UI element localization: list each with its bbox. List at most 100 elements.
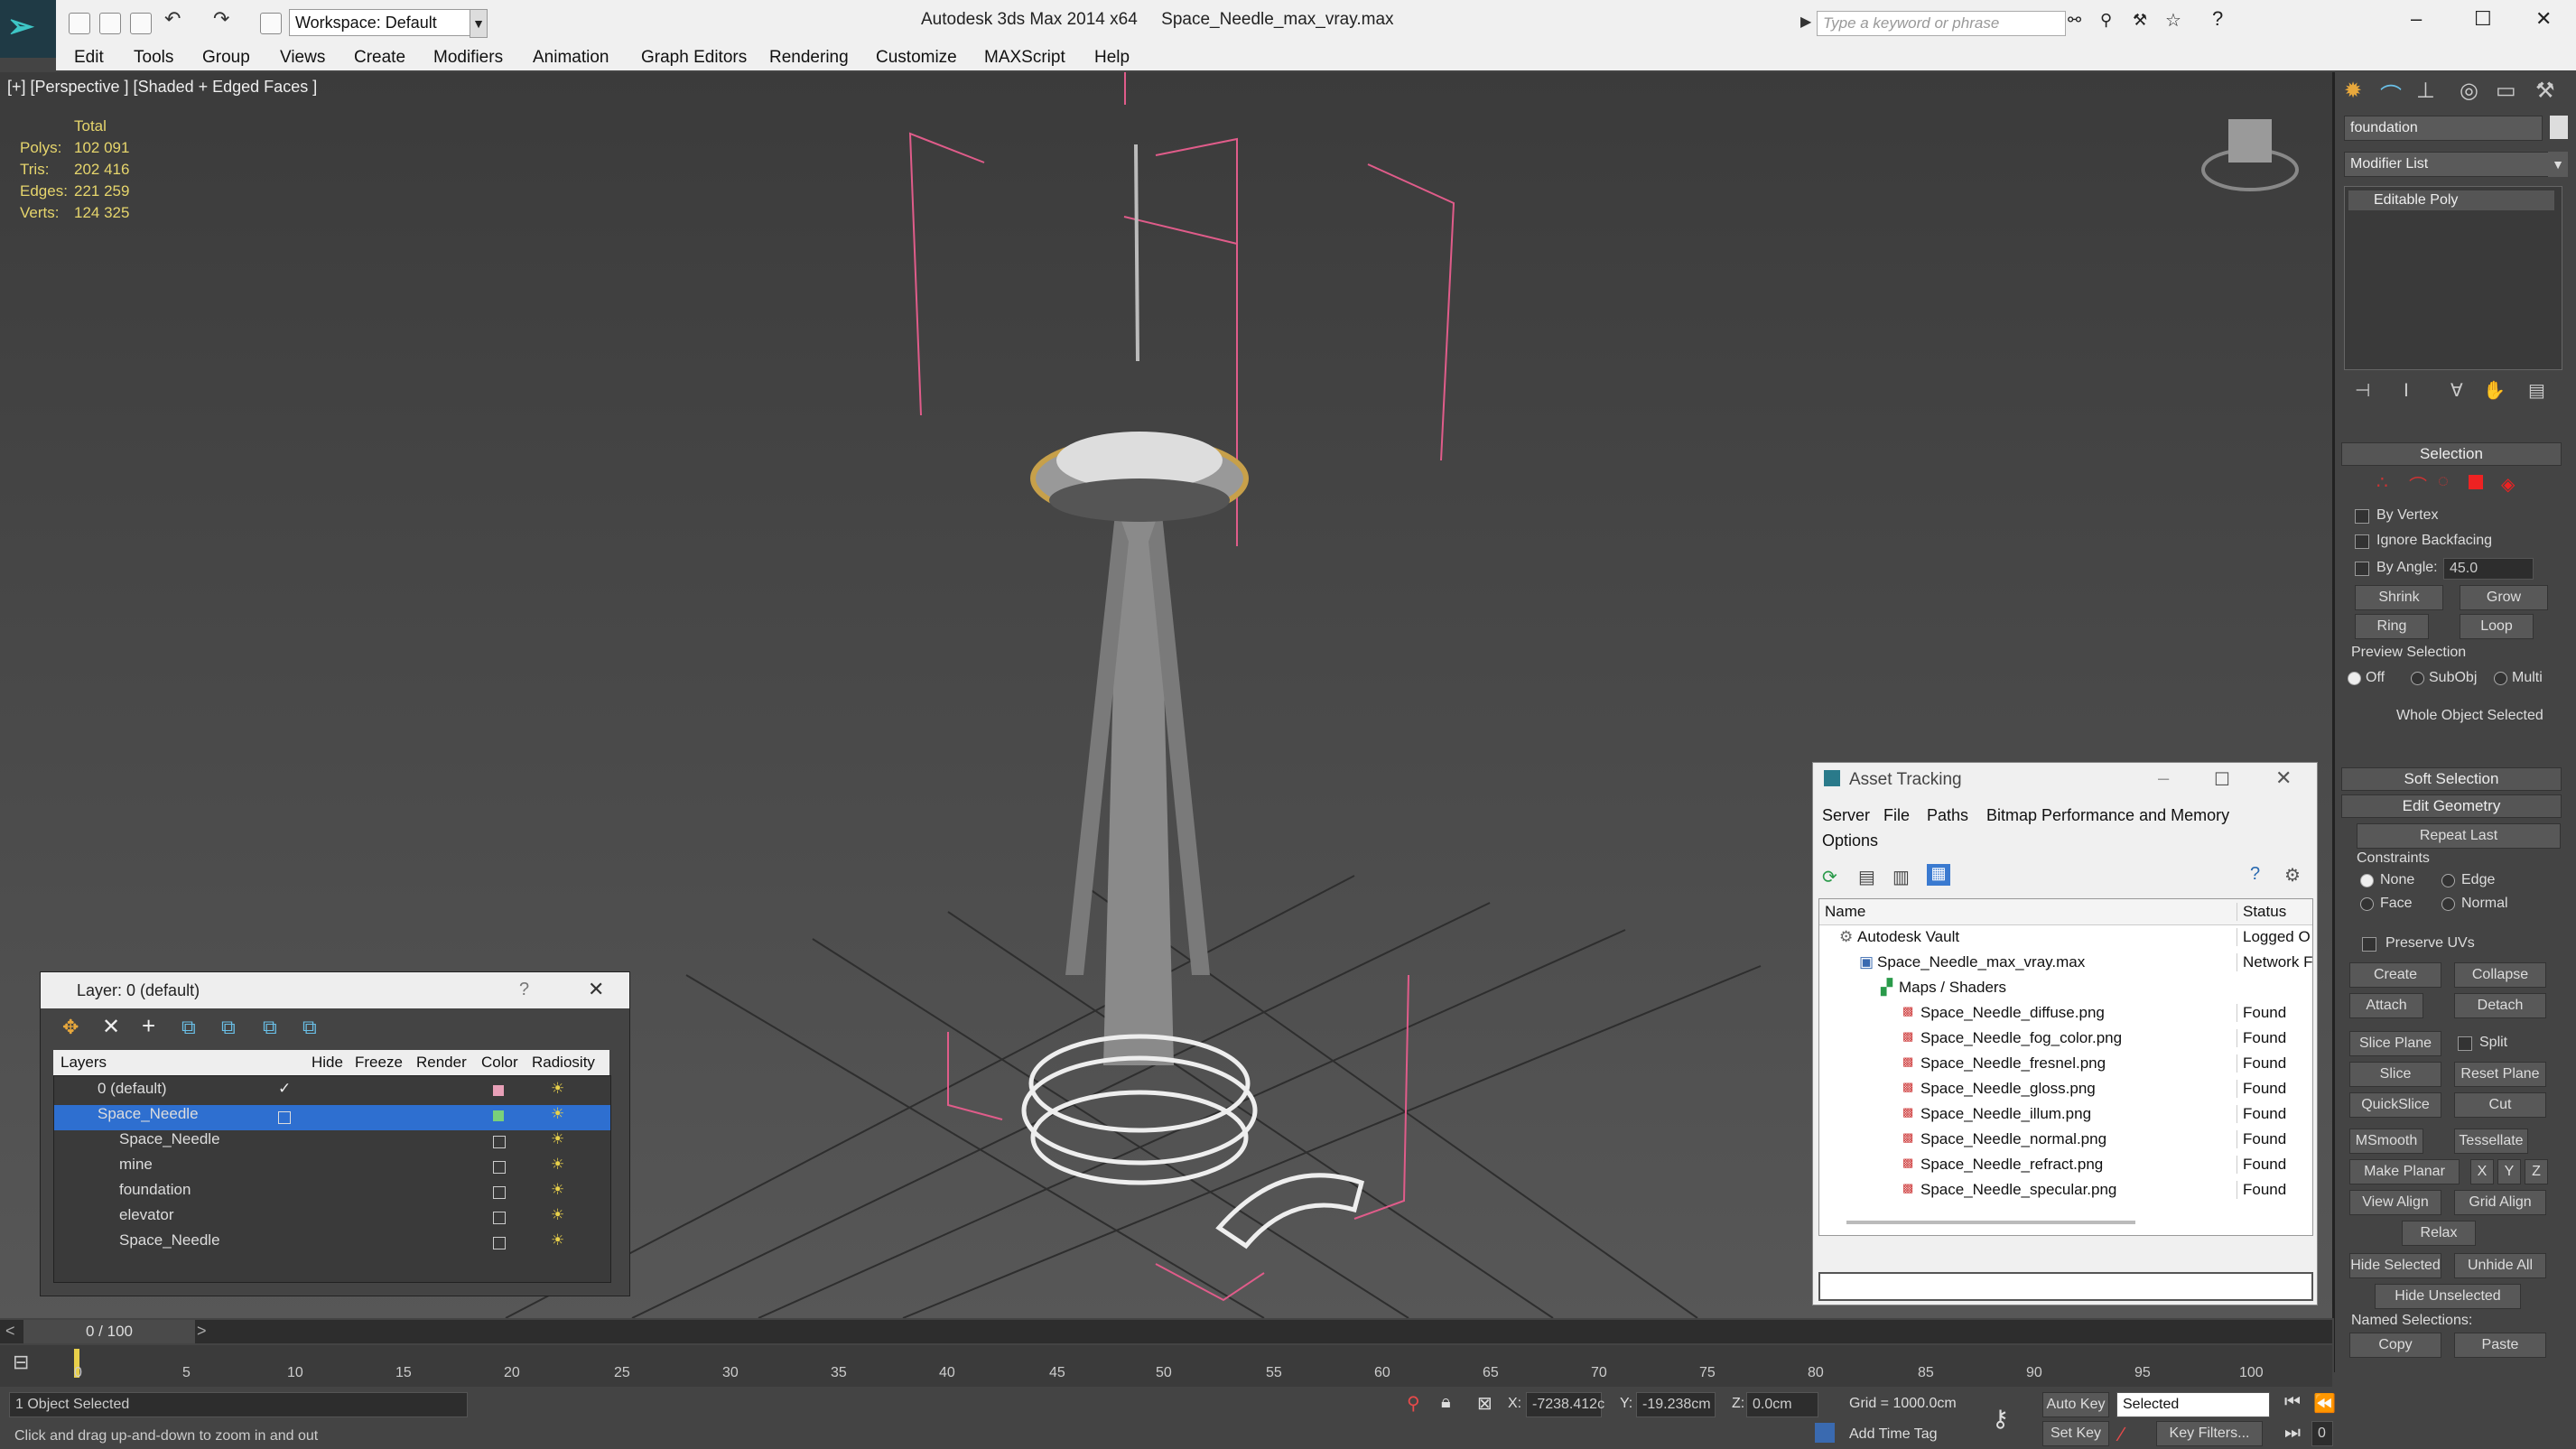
object-color-box[interactable] <box>493 1161 506 1174</box>
by-angle-spinner[interactable]: 45.0 <box>2443 558 2534 580</box>
motion-tab-icon[interactable]: ◎ <box>2460 78 2478 104</box>
make-planar-button[interactable]: Make Planar <box>2349 1159 2460 1184</box>
menu-help[interactable]: Help <box>1094 48 1130 68</box>
radiosity-icon[interactable]: ☀ <box>551 1105 564 1123</box>
selection-lock-icon[interactable]: 🔒︎ <box>1441 1392 1451 1413</box>
copy-button[interactable]: Copy <box>2349 1333 2441 1358</box>
expand-arrow-icon[interactable]: ▶ <box>1800 13 1811 31</box>
vertex-mode-icon[interactable]: ∴ <box>2376 471 2388 494</box>
loop-button[interactable]: Loop <box>2460 614 2534 639</box>
time-tag-icon[interactable] <box>1815 1423 1835 1443</box>
undo-icon[interactable]: ↶ <box>164 7 184 30</box>
x-coordinate-field[interactable]: -7238.412c <box>1526 1392 1604 1417</box>
radiosity-icon[interactable]: ☀ <box>551 1206 564 1224</box>
minimize-icon[interactable]: – <box>2158 766 2169 790</box>
edge-mode-icon[interactable]: ⌒ <box>2409 471 2427 497</box>
layer-object-row[interactable]: Space_Needle ☀ <box>54 1130 610 1156</box>
view-align-button[interactable]: View Align <box>2349 1190 2441 1215</box>
favorites-icon[interactable]: ☆ <box>2165 9 2181 32</box>
transform-mode-icon[interactable]: ⊠ <box>1477 1392 1493 1415</box>
unhide-all-button[interactable]: Unhide All <box>2454 1253 2546 1278</box>
asset-row[interactable]: ▩ Space_Needle_specular.png Found <box>1819 1181 2312 1206</box>
save-file-icon[interactable] <box>130 13 152 34</box>
layer-object-row[interactable]: Space_Needle ☀ <box>54 1231 610 1257</box>
project-folder-icon[interactable] <box>260 13 282 34</box>
hide-all-icon[interactable]: ⧉ <box>263 1016 277 1039</box>
select-objects-icon[interactable]: ⧉ <box>181 1016 196 1039</box>
new-file-icon[interactable] <box>69 13 90 34</box>
viewport-label[interactable]: [+] [Perspective ] [Shaded + Edged Faces… <box>7 78 317 97</box>
menu-customize[interactable]: Customize <box>876 48 957 68</box>
table-view-icon[interactable]: ▦ <box>1927 864 1950 886</box>
ring-button[interactable]: Ring <box>2355 614 2429 639</box>
constraint-face-radio[interactable] <box>2360 897 2374 911</box>
asset-row[interactable]: ⚙ Autodesk Vault Logged O <box>1819 928 2312 953</box>
planar-z-button[interactable]: Z <box>2525 1159 2548 1184</box>
tree-view-icon[interactable]: ▥ <box>1892 866 1910 888</box>
shrink-button[interactable]: Shrink <box>2355 585 2443 610</box>
create-layer-icon[interactable]: ✥ <box>62 1016 79 1039</box>
utilities-tab-icon[interactable]: ⚒ <box>2535 78 2555 104</box>
isolate-selection-icon[interactable]: ⚲ <box>1407 1392 1420 1415</box>
remove-modifier-icon[interactable]: ✋ <box>2483 379 2506 402</box>
add-time-tag[interactable]: Add Time Tag <box>1849 1426 1938 1443</box>
layer-object-row[interactable]: mine ☀ <box>54 1156 610 1181</box>
key-set-dropdown[interactable]: Selected <box>2116 1392 2270 1417</box>
menu-group[interactable]: Group <box>202 48 250 68</box>
hide-unselected-button[interactable]: Hide Unselected <box>2375 1284 2521 1309</box>
make-unique-icon[interactable]: ∀ <box>2450 379 2463 402</box>
key-filters-button[interactable]: Key Filters... <box>2156 1421 2263 1446</box>
binoculars-icon[interactable]: ⚯ <box>2068 11 2081 30</box>
grow-button[interactable]: Grow <box>2460 585 2548 610</box>
show-end-result-icon[interactable]: Ⅰ <box>2404 379 2409 402</box>
track-bar[interactable]: ⊟ 0 5 10 15 20 25 30 35 40 45 50 55 60 6… <box>0 1345 2332 1387</box>
set-key-button[interactable]: Set Key <box>2042 1421 2109 1446</box>
preview-subobj-radio[interactable] <box>2411 672 2424 685</box>
y-coordinate-field[interactable]: -19.238cm <box>1636 1392 1716 1417</box>
modify-tab-icon[interactable]: ⌒ <box>2380 78 2402 109</box>
object-color-box[interactable] <box>493 1186 506 1199</box>
radiosity-icon[interactable]: ☀ <box>551 1080 564 1098</box>
relax-button[interactable]: Relax <box>2402 1221 2476 1246</box>
planar-y-button[interactable]: Y <box>2497 1159 2521 1184</box>
help-icon[interactable]: ? <box>2250 864 2260 885</box>
key-mode-icon[interactable]: ⏭ <box>2284 1423 2301 1444</box>
asset-row[interactable]: ▩ Space_Needle_refract.png Found <box>1819 1156 2312 1181</box>
layer-row[interactable]: 0 (default) ✓ ☀ <box>54 1080 610 1105</box>
layer-object-row[interactable]: foundation ☀ <box>54 1181 610 1206</box>
close-icon[interactable]: ✕ <box>2275 766 2292 790</box>
col-hide[interactable]: Hide <box>312 1054 343 1072</box>
menu-edit[interactable]: Edit <box>74 48 104 68</box>
close-icon[interactable]: ✕ <box>2535 7 2552 31</box>
reset-plane-button[interactable]: Reset Plane <box>2454 1062 2546 1087</box>
settings-icon[interactable]: ⚙ <box>2284 864 2301 887</box>
pin-stack-icon[interactable]: ⊣ <box>2355 379 2370 402</box>
soft-selection-rollout[interactable]: Soft Selection <box>2341 767 2562 791</box>
col-render[interactable]: Render <box>416 1054 467 1072</box>
constraint-none-radio[interactable] <box>2360 874 2374 887</box>
object-color-box[interactable] <box>493 1136 506 1148</box>
menu-animation[interactable]: Animation <box>533 48 609 68</box>
minimize-icon[interactable]: – <box>2411 7 2422 31</box>
col-radiosity[interactable]: Radiosity <box>532 1054 595 1072</box>
col-name[interactable]: Name <box>1825 903 1865 921</box>
open-file-icon[interactable] <box>99 13 121 34</box>
create-button[interactable]: Create <box>2349 962 2441 988</box>
radiosity-icon[interactable]: ☀ <box>551 1181 564 1199</box>
tessellate-button[interactable]: Tessellate <box>2454 1129 2528 1154</box>
redo-icon[interactable]: ↷ <box>213 7 233 30</box>
modifier-list-chevron-icon[interactable]: ▼ <box>2548 152 2568 177</box>
object-name-field[interactable]: foundation <box>2344 116 2543 141</box>
col-layers[interactable]: Layers <box>60 1054 107 1072</box>
planar-x-button[interactable]: X <box>2470 1159 2494 1184</box>
previous-key-icon[interactable]: ⏪ <box>2313 1392 2336 1415</box>
layer-object-row[interactable]: elevator ☀ <box>54 1206 610 1231</box>
search-input[interactable]: Type a keyword or phrase <box>1817 11 2066 36</box>
selection-rollout[interactable]: Selection <box>2341 442 2562 466</box>
menu-create[interactable]: Create <box>354 48 405 68</box>
object-color-box[interactable] <box>493 1237 506 1249</box>
next-frame-icon[interactable]: > <box>197 1322 207 1341</box>
stack-item-editable-poly[interactable]: Editable Poly <box>2348 190 2554 210</box>
collapse-button[interactable]: Collapse <box>2454 962 2546 988</box>
grid-align-button[interactable]: Grid Align <box>2454 1190 2546 1215</box>
